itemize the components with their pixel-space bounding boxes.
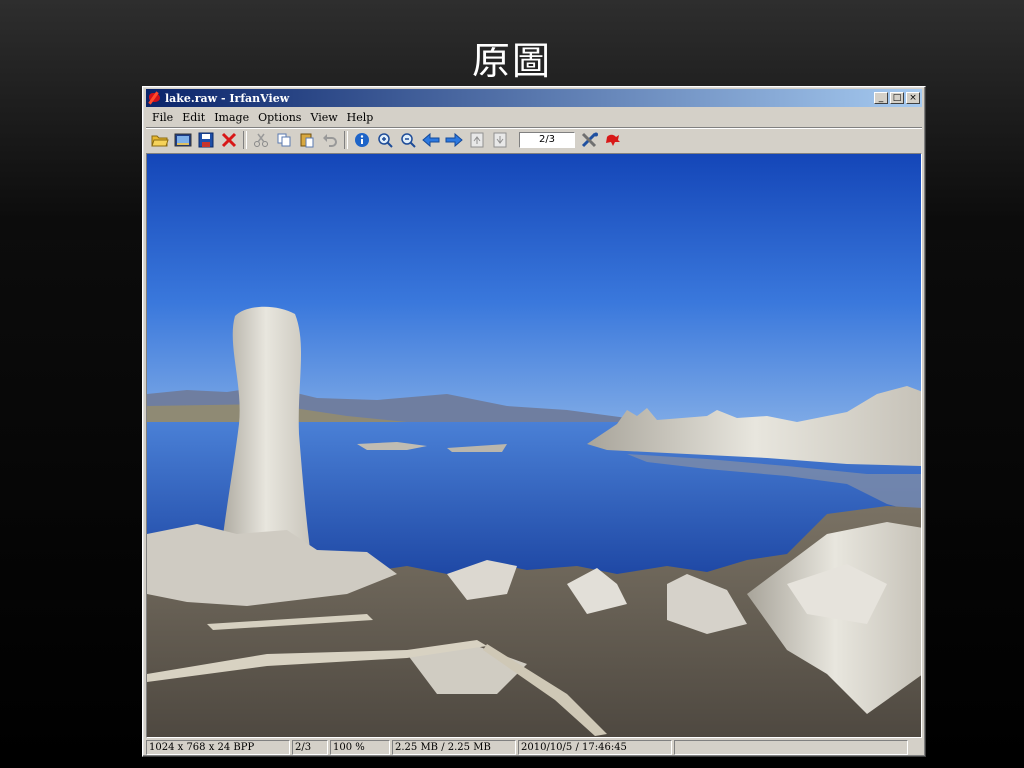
copy-icon[interactable]	[274, 130, 294, 150]
zoom-out-icon[interactable]	[398, 130, 418, 150]
status-zoom: 100 %	[330, 740, 390, 755]
menu-view[interactable]: View	[310, 111, 337, 124]
minimize-button[interactable]: _	[874, 92, 888, 104]
menu-edit[interactable]: Edit	[182, 111, 205, 124]
toolbar-separator	[243, 131, 247, 149]
maximize-button[interactable]: □	[890, 92, 904, 104]
slideshow-icon[interactable]	[173, 130, 193, 150]
photo-icon	[147, 154, 921, 737]
paste-icon[interactable]	[297, 130, 317, 150]
last-page-icon[interactable]	[490, 130, 510, 150]
title-bar[interactable]: lake.raw - IrfanView _ □ ×	[146, 89, 922, 107]
info-icon[interactable]	[352, 130, 372, 150]
delete-icon[interactable]	[219, 130, 239, 150]
cut-icon[interactable]	[251, 130, 271, 150]
status-dimensions: 1024 x 768 x 24 BPP	[146, 740, 290, 755]
first-page-icon[interactable]	[467, 130, 487, 150]
menu-options[interactable]: Options	[258, 111, 301, 124]
open-icon[interactable]	[150, 130, 170, 150]
status-page: 2/3	[292, 740, 328, 755]
irfanview-logo-icon[interactable]	[148, 91, 162, 105]
status-datetime: 2010/10/5 / 17:46:45	[518, 740, 672, 755]
menu-image[interactable]: Image	[214, 111, 249, 124]
undo-icon[interactable]	[320, 130, 340, 150]
slide-title: 原圖	[471, 39, 552, 83]
settings-icon[interactable]	[580, 130, 600, 150]
next-icon[interactable]	[444, 130, 464, 150]
toolbar: 2/3	[146, 127, 922, 152]
toolbar-separator	[344, 131, 348, 149]
status-bar: 1024 x 768 x 24 BPP 2/3 100 % 2.25 MB / …	[146, 740, 922, 755]
save-icon[interactable]	[196, 130, 216, 150]
status-extra	[674, 740, 908, 755]
image-viewport[interactable]	[146, 153, 922, 738]
close-button[interactable]: ×	[906, 92, 920, 104]
irfanview-window: lake.raw - IrfanView _ □ × File Edit Ima…	[142, 86, 926, 757]
menu-file[interactable]: File	[152, 111, 173, 124]
exit-icon[interactable]	[603, 130, 623, 150]
previous-icon[interactable]	[421, 130, 441, 150]
menu-help[interactable]: Help	[347, 111, 374, 124]
zoom-in-icon[interactable]	[375, 130, 395, 150]
menu-bar: File Edit Image Options View Help	[146, 108, 922, 126]
status-file-size: 2.25 MB / 2.25 MB	[392, 740, 516, 755]
page-number-field[interactable]: 2/3	[519, 132, 575, 148]
window-title: lake.raw - IrfanView	[165, 91, 290, 105]
